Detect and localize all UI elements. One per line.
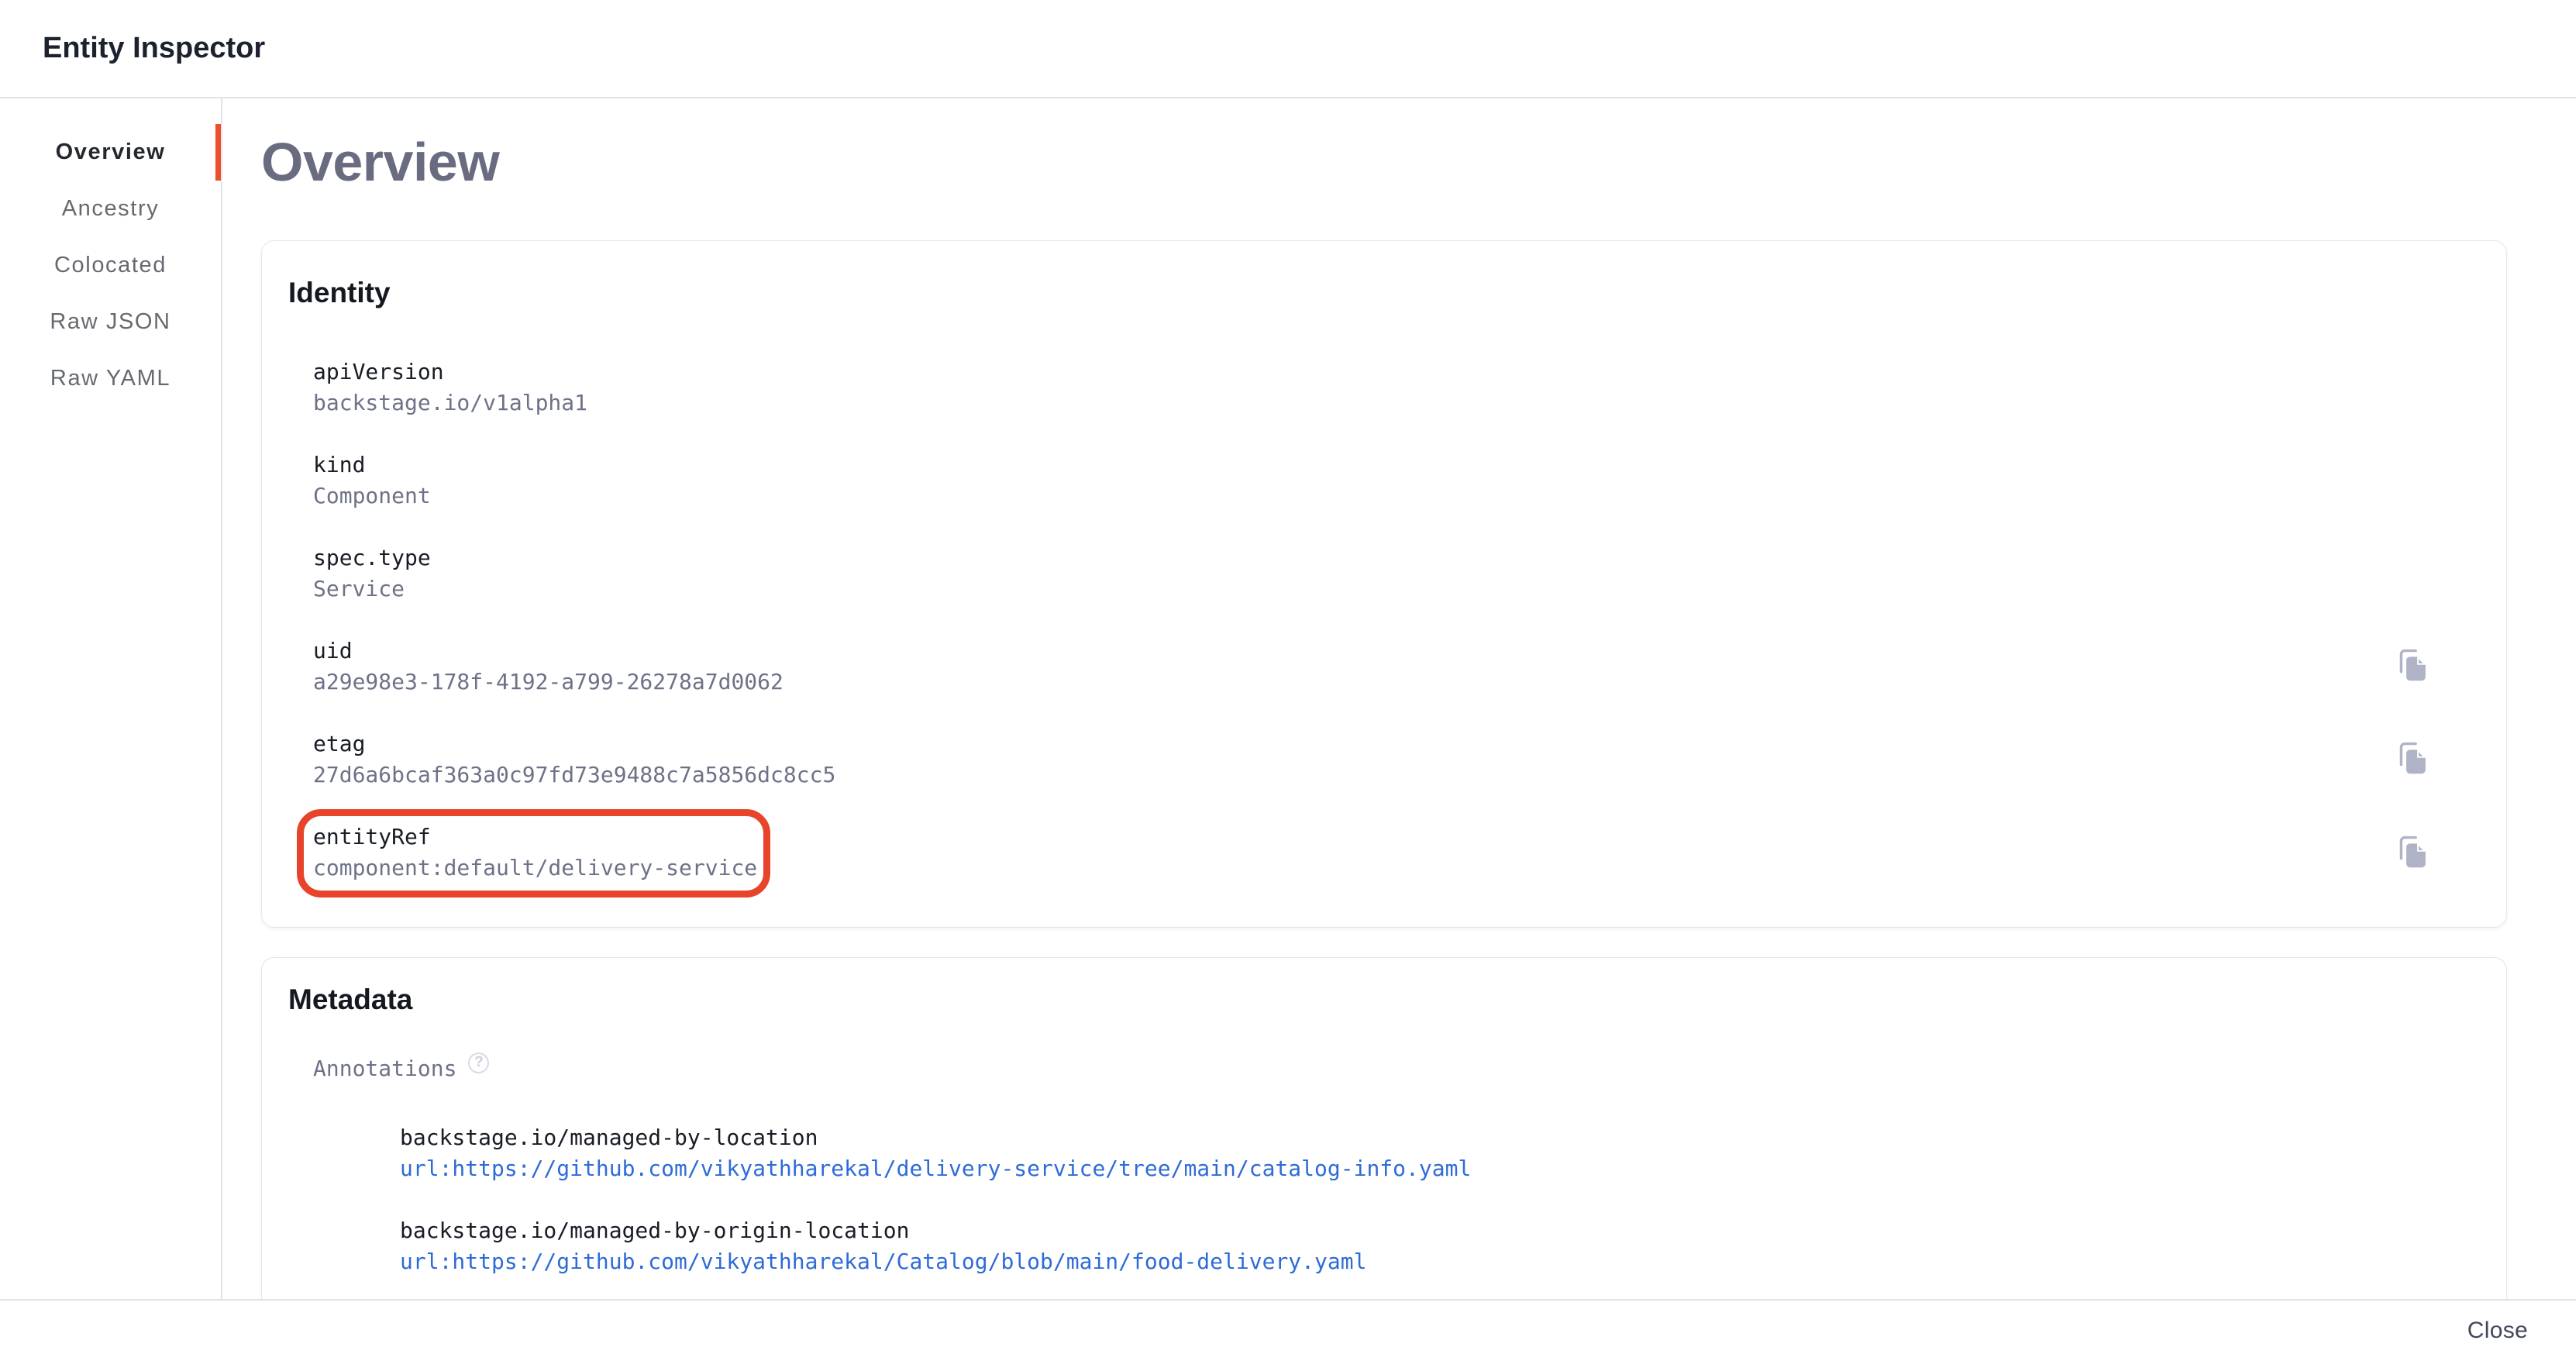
field-key: apiVersion	[313, 359, 587, 385]
copy-icon	[2396, 836, 2426, 871]
dialog-body: Overview Ancestry Colocated Raw JSON Raw…	[0, 98, 2576, 1299]
copy-etag-button[interactable]	[2394, 739, 2428, 780]
active-tab-indicator	[215, 124, 221, 181]
sidebar-item-label: Overview	[56, 140, 166, 165]
sidebar-item-colocated[interactable]: Colocated	[0, 237, 221, 294]
annotation-value-link[interactable]: url:https://github.com/vikyathharekal/Ca…	[400, 1249, 1366, 1275]
dialog-header: Entity Inspector	[0, 0, 2576, 98]
field-value: component:default/delivery-service	[313, 855, 757, 881]
field-row-etag: etag 27d6a6bcaf363a0c97fd73e9488c7a5856d…	[313, 731, 2468, 788]
sidebar-item-raw-yaml[interactable]: Raw YAML	[0, 350, 221, 407]
field-value: Service	[313, 576, 431, 602]
field-key: etag	[313, 731, 835, 757]
field-group: spec.type Service	[313, 545, 431, 602]
entityref-highlight-annotation: entityRef component:default/delivery-ser…	[297, 809, 770, 898]
sidebar-nav: Overview Ancestry Colocated Raw JSON Raw…	[0, 98, 222, 1299]
annotation-entry: backstage.io/managed-by-location url:htt…	[400, 1125, 2468, 1182]
annotations-section: Annotations ?	[313, 1056, 2468, 1082]
sidebar-item-label: Ancestry	[62, 196, 160, 222]
field-value: a29e98e3-178f-4192-a799-26278a7d0062	[313, 669, 783, 695]
help-circle-icon[interactable]: ?	[468, 1053, 489, 1073]
metadata-card: Metadata Annotations ? backstage.io/mana…	[261, 957, 2507, 1299]
field-group: kind Component	[313, 452, 431, 509]
field-key: entityRef	[313, 824, 757, 850]
annotation-entry: backstage.io/managed-by-origin-location …	[400, 1218, 2468, 1275]
field-value: backstage.io/v1alpha1	[313, 390, 587, 416]
sidebar-item-overview[interactable]: Overview	[0, 124, 221, 181]
field-key: uid	[313, 638, 783, 664]
field-value: Component	[313, 483, 431, 509]
annotations-label: Annotations	[313, 1056, 456, 1082]
identity-fields: apiVersion backstage.io/v1alpha1 kind Co…	[313, 359, 2468, 898]
identity-card: Identity apiVersion backstage.io/v1alpha…	[261, 240, 2507, 928]
sidebar-item-ancestry[interactable]: Ancestry	[0, 181, 221, 237]
sidebar-item-label: Colocated	[54, 253, 167, 278]
sidebar-item-label: Raw YAML	[50, 366, 170, 391]
identity-card-title: Identity	[288, 276, 2468, 310]
copy-uid-button[interactable]	[2394, 646, 2428, 687]
sidebar-item-raw-json[interactable]: Raw JSON	[0, 294, 221, 350]
close-button[interactable]: Close	[2455, 1310, 2540, 1352]
field-row-uid: uid a29e98e3-178f-4192-a799-26278a7d0062	[313, 638, 2468, 695]
copy-entityref-button[interactable]	[2394, 833, 2428, 873]
sidebar-item-label: Raw JSON	[50, 309, 170, 335]
field-row-entityref: entityRef component:default/delivery-ser…	[313, 809, 2468, 898]
copy-icon	[2396, 649, 2426, 684]
field-group: uid a29e98e3-178f-4192-a799-26278a7d0062	[313, 638, 783, 695]
field-group: apiVersion backstage.io/v1alpha1	[313, 359, 587, 416]
dialog-title: Entity Inspector	[43, 32, 265, 65]
main-content: Overview Identity apiVersion backstage.i…	[222, 98, 2576, 1299]
dialog-footer: Close	[0, 1299, 2576, 1361]
annotation-key: backstage.io/managed-by-origin-location	[400, 1218, 2468, 1244]
page-title: Overview	[261, 133, 2576, 191]
field-key: spec.type	[313, 545, 431, 571]
field-value: 27d6a6bcaf363a0c97fd73e9488c7a5856dc8cc5	[313, 762, 835, 788]
field-row-spec-type: spec.type Service	[313, 545, 2468, 602]
field-group: etag 27d6a6bcaf363a0c97fd73e9488c7a5856d…	[313, 731, 835, 788]
field-row-apiversion: apiVersion backstage.io/v1alpha1	[313, 359, 2468, 416]
entity-inspector-dialog: Entity Inspector Overview Ancestry Coloc…	[0, 0, 2576, 1361]
metadata-card-title: Metadata	[288, 983, 2468, 1017]
annotation-value-link[interactable]: url:https://github.com/vikyathharekal/de…	[400, 1156, 1471, 1182]
field-key: kind	[313, 452, 431, 478]
copy-icon	[2396, 742, 2426, 777]
field-row-kind: kind Component	[313, 452, 2468, 509]
annotation-key: backstage.io/managed-by-location	[400, 1125, 2468, 1151]
